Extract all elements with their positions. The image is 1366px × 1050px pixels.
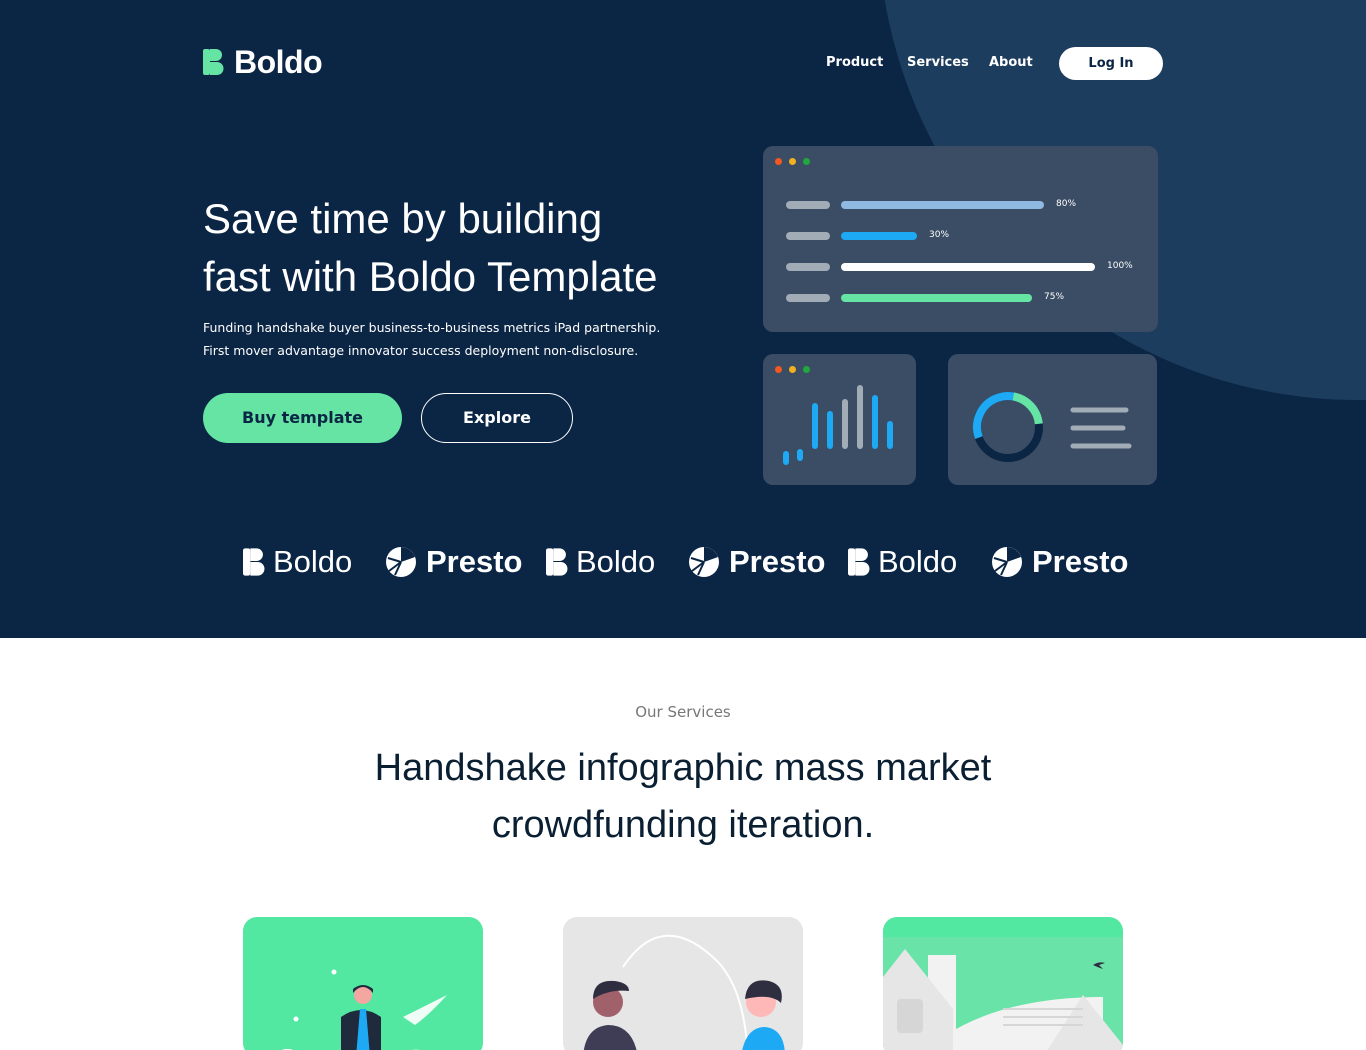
boldo-client-logo: Boldo [848, 542, 957, 582]
client-logos: Boldo Presto Boldo Presto Boldo Presto [243, 542, 1128, 582]
donut-panel [948, 354, 1157, 485]
services-title-line2: crowdfunding iteration. [491, 804, 875, 846]
boldo-logo-icon [243, 547, 265, 577]
hero-title: Save time by building fast with Boldo Te… [203, 190, 723, 306]
bar-chart-panel [763, 354, 916, 485]
progress-row-label-placeholder [786, 263, 830, 271]
progress-row-label-placeholder [786, 201, 830, 209]
presto-client-logo: Presto [386, 542, 522, 582]
nav-item-services[interactable]: Services [907, 55, 969, 70]
client-logo-name: Presto [426, 544, 523, 579]
hero-title-line1: Save time by building [203, 195, 603, 242]
client-logo-name: Boldo [878, 544, 958, 579]
progress-percent-label: 75% [1044, 292, 1065, 302]
service-illustration-2 [583, 934, 785, 1050]
hero-subtitle-line2: First mover advantage innovator success … [203, 343, 639, 358]
donut-chart-illustration [973, 392, 1132, 462]
progress-bar-fill [841, 294, 1032, 302]
services-title: Handshake infographic mass market crowdf… [283, 740, 1083, 854]
progress-row-label-placeholder [786, 232, 830, 240]
boldo-logo-icon [546, 547, 568, 577]
boldo-logo-icon [848, 547, 870, 577]
window-dot-red [775, 158, 782, 165]
presto-logo-icon [386, 547, 416, 577]
progress-row-label-placeholder [786, 294, 830, 302]
service-illustration-3 [883, 937, 1123, 1050]
hero-title-line2: fast with Boldo Template [203, 253, 658, 300]
service-card-1[interactable] [243, 917, 483, 1050]
presto-logo-icon [992, 547, 1022, 577]
brand-name: Boldo [234, 43, 323, 80]
boldo-client-logo: Boldo [243, 542, 352, 582]
bar-chart-illustration [783, 385, 893, 465]
service-card-2[interactable] [563, 917, 803, 1050]
window-dot-green [803, 158, 810, 165]
presto-client-logo: Presto [992, 542, 1128, 582]
boldo-logo[interactable]: Boldo [203, 43, 323, 80]
presto-logo-icon [689, 547, 719, 577]
nav-item-product[interactable]: Product [826, 55, 883, 70]
boldo-logo-icon [203, 49, 224, 75]
login-button[interactable]: Log In [1059, 47, 1163, 80]
services-title-line1: Handshake infographic mass market [374, 747, 992, 789]
presto-client-logo: Presto [689, 542, 825, 582]
hero-subtitle: Funding handshake buyer business-to-busi… [203, 316, 683, 362]
service-illustration-1 [281, 969, 447, 1050]
progress-percent-label: 30% [929, 230, 950, 240]
hero-section: Boldo Product Services About Log In Save… [0, 0, 1366, 638]
progress-bar-fill [841, 263, 1095, 271]
client-logo-name: Boldo [273, 544, 353, 579]
client-logo-name: Presto [1032, 544, 1129, 579]
window-dot-yellow [789, 158, 796, 165]
progress-percent-label: 80% [1056, 199, 1077, 209]
progress-bar-fill [841, 232, 917, 240]
hero-subtitle-line1: Funding handshake buyer business-to-busi… [203, 320, 661, 335]
services-eyebrow: Our Services [635, 703, 731, 721]
progress-bar-fill [841, 201, 1044, 209]
boldo-client-logo: Boldo [546, 542, 655, 582]
explore-button[interactable]: Explore [421, 393, 573, 443]
nav-item-about[interactable]: About [989, 55, 1033, 70]
client-logo-name: Boldo [576, 544, 656, 579]
service-card-3[interactable] [883, 917, 1123, 1050]
progress-panel: 80% 30% 100% 75% [763, 146, 1158, 332]
window-dots [775, 158, 810, 165]
client-logo-name: Presto [729, 544, 826, 579]
progress-percent-label: 100% [1107, 261, 1133, 271]
buy-template-button[interactable]: Buy template [203, 393, 402, 443]
